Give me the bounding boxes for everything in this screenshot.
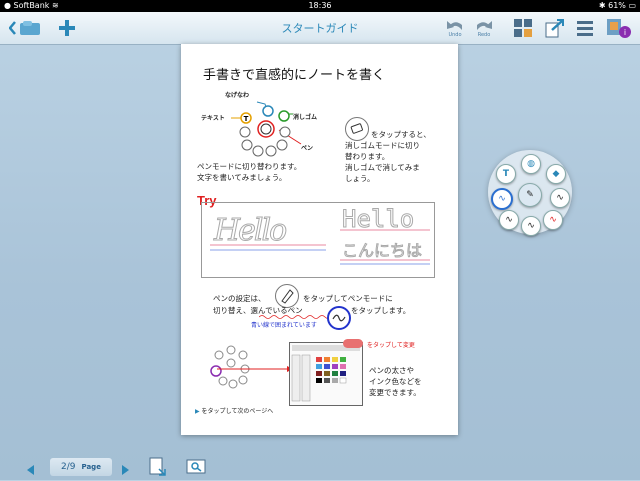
bluetooth-icon: ✱ — [598, 1, 606, 10]
battery-percent: 61% — [608, 1, 626, 10]
zoom-button[interactable] — [186, 459, 206, 475]
pen-preset-2[interactable]: ∿ — [550, 188, 570, 208]
eraser-icon: ◆ — [552, 169, 560, 179]
tool-palette: ◍ T ◆ ✎ ∿ ∿ ∿ ∿ ∿ — [488, 150, 572, 236]
menu-icon — [577, 21, 593, 36]
zoom-icon — [186, 459, 206, 474]
trace-line-konnichiwa — [340, 259, 430, 265]
next-page-icon — [122, 465, 129, 475]
svg-text:T: T — [244, 115, 249, 123]
eraser-desc-line3: 替わります。 — [345, 152, 390, 161]
pen-stroke-icon: ∿ — [549, 215, 557, 225]
redo-icon — [477, 20, 492, 30]
pen-settings-panel-illustration — [289, 342, 363, 406]
blue-circle-note: 青い線で囲まれています — [251, 322, 317, 329]
pen-desc-line2: 文字を書いてみましょう。 — [197, 173, 287, 182]
status-bar: ● SoftBank ≋ 18:36 ✱ 61% ▭ — [0, 0, 640, 12]
undo-icon — [447, 20, 462, 30]
pen-settings-line2b: をタップします。 — [351, 306, 411, 315]
pen-preset-5[interactable]: ∿ — [543, 210, 563, 230]
text-tool-button[interactable]: T — [496, 164, 516, 184]
tool-wheel-diagram: T — [231, 101, 302, 157]
top-toolbar: スタートガイド Undo Redo i — [0, 12, 640, 45]
insert-page-button[interactable] — [148, 457, 166, 477]
page-indicator[interactable]: 2/9 Page — [50, 458, 112, 476]
eraser-desc-line1: をタップすると、 — [371, 130, 431, 139]
grid-icon — [514, 19, 532, 37]
undo-button[interactable]: Undo — [443, 16, 467, 40]
undo-label: Undo — [448, 31, 462, 38]
eraser-tool-button[interactable]: ◆ — [546, 164, 566, 184]
page-heading: 手書きで直感的にノートを書く — [203, 68, 386, 83]
lasso-icon: ◍ — [527, 159, 535, 169]
trace-practice-area[interactable]: Hello Hello こんにちは — [201, 202, 435, 278]
prev-page-button[interactable] — [24, 461, 36, 475]
thickness-desc-line1: ペンの太さや — [369, 366, 414, 375]
pen-preset-1[interactable]: ∿ — [491, 188, 513, 210]
battery-area: ✱ 61% ▭ — [599, 0, 636, 12]
guide-page: 手書きで直感的にノートを書く なげなわ テキスト 消しゴム ペン T をタップす… — [181, 44, 458, 435]
export-button[interactable] — [543, 16, 565, 40]
pen-icon: ✎ — [526, 190, 534, 200]
page-overview-button[interactable] — [512, 16, 534, 40]
eraser-desc-line5: しょう。 — [345, 174, 375, 183]
pen-preset-4[interactable]: ∿ — [521, 216, 541, 236]
redo-button[interactable]: Redo — [472, 16, 496, 40]
pen-stroke-icon: ∿ — [556, 193, 564, 203]
pen-desc-line1: ペンモードに切り替わります。 — [197, 162, 302, 171]
eraser-desc-line4: 消しゴムで消してみま — [345, 163, 420, 172]
pen-stroke-icon: ∿ — [498, 194, 506, 204]
battery-icon: ▭ — [628, 1, 636, 10]
pen-stroke-icon: ∿ — [527, 221, 535, 231]
export-icon — [545, 19, 564, 38]
eraser-desc-line2: 消しゴムモードに切り — [345, 141, 420, 150]
red-arrow — [217, 366, 293, 372]
pen-tool-button[interactable]: ✎ — [518, 183, 542, 207]
change-button-illustration — [343, 339, 363, 348]
color-swatch-grid — [291, 345, 360, 402]
lasso-tool-button[interactable]: ◍ — [521, 154, 541, 174]
pen-settings-line1a: ペンの設定は、 — [213, 294, 266, 303]
pen-mode-icon — [275, 284, 299, 308]
eraser-mode-icon — [345, 117, 369, 141]
pen-preset-3[interactable]: ∿ — [499, 210, 519, 230]
next-page-hint: ▶ をタップして次のページへ — [195, 406, 273, 415]
insert-page-icon — [149, 457, 166, 476]
svg-text:i: i — [624, 28, 626, 37]
thickness-desc-line2: インク色などを — [369, 377, 422, 386]
text-icon: T — [502, 169, 510, 179]
bottom-bar: 2/9 Page — [0, 455, 640, 480]
info-button[interactable]: i — [604, 16, 634, 40]
redo-label: Redo — [477, 31, 491, 38]
next-page-button[interactable] — [120, 461, 132, 475]
trace-hello-script: Hello — [213, 213, 287, 249]
page-label: Page — [81, 463, 101, 471]
pen-stroke-icon: ∿ — [505, 215, 513, 225]
next-page-note: をタップして次のページへ — [201, 408, 274, 415]
next-arrow-icon: ▶ — [195, 408, 200, 415]
prev-page-icon — [27, 465, 34, 475]
page-number: 2/9 — [61, 462, 76, 472]
pen-settings-line1b: をタップしてペンモードに — [303, 294, 393, 303]
selected-pen-icon — [327, 306, 351, 330]
trace-line-hello — [340, 229, 430, 231]
info-icon: i — [607, 19, 631, 38]
menu-button[interactable] — [574, 16, 596, 40]
thickness-desc-line3: 変更できます。 — [369, 388, 421, 397]
clock: 18:36 — [308, 1, 332, 10]
tap-change-note: をタップして変更 — [367, 342, 415, 349]
